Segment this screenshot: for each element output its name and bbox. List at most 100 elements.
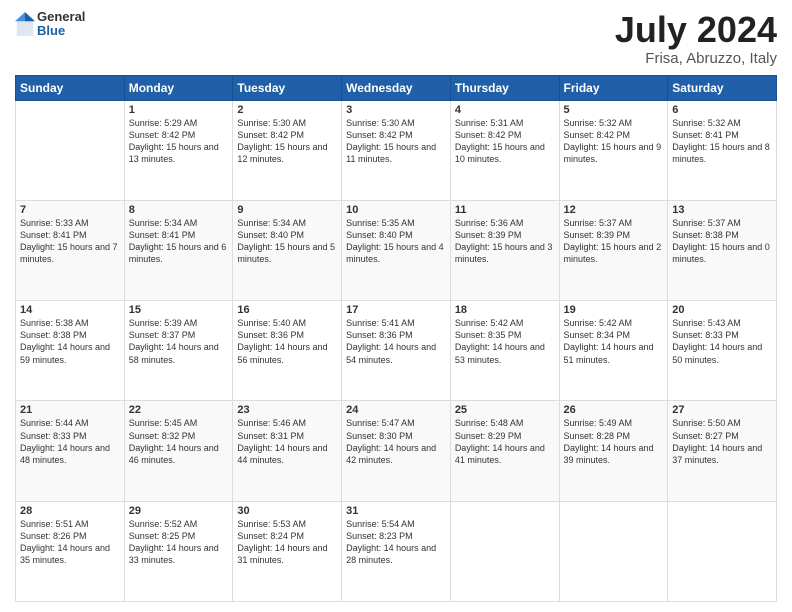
weekday-header-saturday: Saturday (668, 75, 777, 100)
weekday-header-wednesday: Wednesday (342, 75, 451, 100)
day-number: 8 (129, 204, 229, 216)
day-number: 10 (346, 204, 446, 216)
day-number: 1 (129, 104, 229, 116)
day-info: Sunrise: 5:54 AMSunset: 8:23 PMDaylight:… (346, 519, 436, 565)
day-info: Sunrise: 5:47 AMSunset: 8:30 PMDaylight:… (346, 418, 436, 464)
day-cell: 15 Sunrise: 5:39 AMSunset: 8:37 PMDaylig… (124, 301, 233, 401)
day-cell: 21 Sunrise: 5:44 AMSunset: 8:33 PMDaylig… (16, 401, 125, 501)
day-info: Sunrise: 5:30 AMSunset: 8:42 PMDaylight:… (237, 118, 327, 164)
day-info: Sunrise: 5:46 AMSunset: 8:31 PMDaylight:… (237, 418, 327, 464)
weekday-header-monday: Monday (124, 75, 233, 100)
day-cell (16, 100, 125, 200)
day-cell: 28 Sunrise: 5:51 AMSunset: 8:26 PMDaylig… (16, 501, 125, 601)
day-info: Sunrise: 5:31 AMSunset: 8:42 PMDaylight:… (455, 118, 545, 164)
day-cell: 27 Sunrise: 5:50 AMSunset: 8:27 PMDaylig… (668, 401, 777, 501)
day-number: 23 (237, 404, 337, 416)
week-row-3: 21 Sunrise: 5:44 AMSunset: 8:33 PMDaylig… (16, 401, 777, 501)
day-number: 14 (20, 304, 120, 316)
day-number: 5 (564, 104, 664, 116)
page: General Blue July 2024 Frisa, Abruzzo, I… (0, 0, 792, 612)
day-cell: 10 Sunrise: 5:35 AMSunset: 8:40 PMDaylig… (342, 200, 451, 300)
day-cell: 9 Sunrise: 5:34 AMSunset: 8:40 PMDayligh… (233, 200, 342, 300)
day-number: 16 (237, 304, 337, 316)
day-cell: 23 Sunrise: 5:46 AMSunset: 8:31 PMDaylig… (233, 401, 342, 501)
day-number: 28 (20, 505, 120, 517)
day-cell: 30 Sunrise: 5:53 AMSunset: 8:24 PMDaylig… (233, 501, 342, 601)
day-number: 11 (455, 204, 555, 216)
day-number: 27 (672, 404, 772, 416)
weekday-header-sunday: Sunday (16, 75, 125, 100)
day-info: Sunrise: 5:32 AMSunset: 8:41 PMDaylight:… (672, 118, 770, 164)
day-cell: 19 Sunrise: 5:42 AMSunset: 8:34 PMDaylig… (559, 301, 668, 401)
month-title: July 2024 (615, 10, 777, 50)
day-number: 30 (237, 505, 337, 517)
day-cell (559, 501, 668, 601)
week-row-4: 28 Sunrise: 5:51 AMSunset: 8:26 PMDaylig… (16, 501, 777, 601)
day-cell: 13 Sunrise: 5:37 AMSunset: 8:38 PMDaylig… (668, 200, 777, 300)
day-cell: 20 Sunrise: 5:43 AMSunset: 8:33 PMDaylig… (668, 301, 777, 401)
day-number: 25 (455, 404, 555, 416)
logo-blue: Blue (37, 23, 65, 38)
day-cell: 3 Sunrise: 5:30 AMSunset: 8:42 PMDayligh… (342, 100, 451, 200)
day-info: Sunrise: 5:34 AMSunset: 8:41 PMDaylight:… (129, 218, 227, 264)
logo-text: General Blue (37, 10, 85, 39)
day-number: 18 (455, 304, 555, 316)
day-info: Sunrise: 5:40 AMSunset: 8:36 PMDaylight:… (237, 318, 327, 364)
day-info: Sunrise: 5:34 AMSunset: 8:40 PMDaylight:… (237, 218, 335, 264)
logo: General Blue (15, 10, 85, 39)
day-number: 6 (672, 104, 772, 116)
day-number: 20 (672, 304, 772, 316)
day-info: Sunrise: 5:53 AMSunset: 8:24 PMDaylight:… (237, 519, 327, 565)
day-cell: 17 Sunrise: 5:41 AMSunset: 8:36 PMDaylig… (342, 301, 451, 401)
weekday-header-thursday: Thursday (450, 75, 559, 100)
day-number: 12 (564, 204, 664, 216)
day-number: 19 (564, 304, 664, 316)
day-number: 3 (346, 104, 446, 116)
week-row-0: 1 Sunrise: 5:29 AMSunset: 8:42 PMDayligh… (16, 100, 777, 200)
day-number: 29 (129, 505, 229, 517)
day-info: Sunrise: 5:44 AMSunset: 8:33 PMDaylight:… (20, 418, 110, 464)
calendar-table: SundayMondayTuesdayWednesdayThursdayFrid… (15, 75, 777, 602)
day-cell: 25 Sunrise: 5:48 AMSunset: 8:29 PMDaylig… (450, 401, 559, 501)
header: General Blue July 2024 Frisa, Abruzzo, I… (15, 10, 777, 67)
day-number: 24 (346, 404, 446, 416)
day-info: Sunrise: 5:38 AMSunset: 8:38 PMDaylight:… (20, 318, 110, 364)
day-info: Sunrise: 5:43 AMSunset: 8:33 PMDaylight:… (672, 318, 762, 364)
day-info: Sunrise: 5:39 AMSunset: 8:37 PMDaylight:… (129, 318, 219, 364)
weekday-header-friday: Friday (559, 75, 668, 100)
day-info: Sunrise: 5:33 AMSunset: 8:41 PMDaylight:… (20, 218, 118, 264)
day-number: 7 (20, 204, 120, 216)
day-cell: 8 Sunrise: 5:34 AMSunset: 8:41 PMDayligh… (124, 200, 233, 300)
day-number: 21 (20, 404, 120, 416)
day-number: 22 (129, 404, 229, 416)
day-cell: 14 Sunrise: 5:38 AMSunset: 8:38 PMDaylig… (16, 301, 125, 401)
day-cell: 18 Sunrise: 5:42 AMSunset: 8:35 PMDaylig… (450, 301, 559, 401)
day-cell: 16 Sunrise: 5:40 AMSunset: 8:36 PMDaylig… (233, 301, 342, 401)
day-number: 26 (564, 404, 664, 416)
weekday-header-tuesday: Tuesday (233, 75, 342, 100)
week-row-1: 7 Sunrise: 5:33 AMSunset: 8:41 PMDayligh… (16, 200, 777, 300)
day-number: 4 (455, 104, 555, 116)
day-info: Sunrise: 5:50 AMSunset: 8:27 PMDaylight:… (672, 418, 762, 464)
title-section: July 2024 Frisa, Abruzzo, Italy (615, 10, 777, 67)
day-info: Sunrise: 5:51 AMSunset: 8:26 PMDaylight:… (20, 519, 110, 565)
day-info: Sunrise: 5:45 AMSunset: 8:32 PMDaylight:… (129, 418, 219, 464)
logo-icon (15, 10, 35, 38)
day-cell: 7 Sunrise: 5:33 AMSunset: 8:41 PMDayligh… (16, 200, 125, 300)
day-info: Sunrise: 5:32 AMSunset: 8:42 PMDaylight:… (564, 118, 662, 164)
weekday-header-row: SundayMondayTuesdayWednesdayThursdayFrid… (16, 75, 777, 100)
day-info: Sunrise: 5:37 AMSunset: 8:38 PMDaylight:… (672, 218, 770, 264)
day-cell: 11 Sunrise: 5:36 AMSunset: 8:39 PMDaylig… (450, 200, 559, 300)
day-cell: 4 Sunrise: 5:31 AMSunset: 8:42 PMDayligh… (450, 100, 559, 200)
day-info: Sunrise: 5:52 AMSunset: 8:25 PMDaylight:… (129, 519, 219, 565)
day-number: 15 (129, 304, 229, 316)
day-cell: 24 Sunrise: 5:47 AMSunset: 8:30 PMDaylig… (342, 401, 451, 501)
day-cell: 5 Sunrise: 5:32 AMSunset: 8:42 PMDayligh… (559, 100, 668, 200)
day-info: Sunrise: 5:49 AMSunset: 8:28 PMDaylight:… (564, 418, 654, 464)
day-cell (668, 501, 777, 601)
day-cell: 2 Sunrise: 5:30 AMSunset: 8:42 PMDayligh… (233, 100, 342, 200)
day-info: Sunrise: 5:42 AMSunset: 8:34 PMDaylight:… (564, 318, 654, 364)
day-info: Sunrise: 5:29 AMSunset: 8:42 PMDaylight:… (129, 118, 219, 164)
day-cell (450, 501, 559, 601)
day-cell: 12 Sunrise: 5:37 AMSunset: 8:39 PMDaylig… (559, 200, 668, 300)
